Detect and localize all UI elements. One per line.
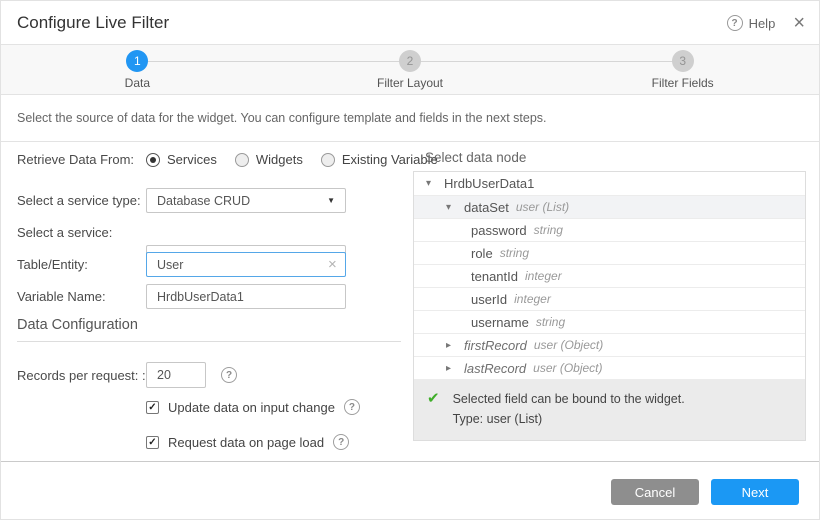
tree-node-type: string	[500, 246, 529, 260]
binding-message-line2: Type: user (List)	[453, 409, 685, 429]
step-number-badge: 1	[126, 50, 148, 72]
tree-node-hrdbuserdata1[interactable]: ▾HrdbUserData1	[414, 172, 805, 195]
checkbox-help-icon[interactable]: ?	[333, 434, 349, 450]
tree-node-username[interactable]: username string	[414, 310, 805, 333]
step-number-badge: 3	[672, 50, 694, 72]
binding-message-line1: Selected field can be bound to the widge…	[453, 389, 685, 409]
retrieve-data-from-radio-group: Services Widgets Existing Variable	[146, 147, 438, 172]
variable-name-input[interactable]	[146, 284, 346, 309]
configure-live-filter-dialog: Configure Live Filter ? Help × 1 Data 2 Fil…	[0, 0, 820, 520]
checkbox-help-icon[interactable]: ?	[344, 399, 360, 415]
step-number-badge: 2	[399, 50, 421, 72]
tree-node-type: integer	[514, 292, 551, 306]
select-data-node-heading: Select data node	[425, 150, 526, 165]
records-per-request-input[interactable]	[146, 362, 206, 388]
radio-label: Services	[167, 152, 217, 167]
service-type-value: Database CRUD	[157, 194, 327, 208]
tree-node-type: integer	[525, 269, 562, 283]
expander-closed-icon[interactable]: ▸	[446, 340, 464, 351]
step-description: Select the source of data for the widget…	[1, 95, 819, 142]
help-icon: ?	[727, 15, 743, 31]
records-help-icon[interactable]: ?	[221, 367, 237, 383]
tree-node-role[interactable]: role string	[414, 241, 805, 264]
tree-node-name: lastRecord	[464, 361, 526, 376]
tree-node-name: username	[471, 315, 529, 330]
tree-node-dataset[interactable]: ▾dataSet user (List)	[414, 195, 805, 218]
radio-icon	[146, 153, 160, 167]
table-entity-input[interactable]	[146, 252, 346, 277]
next-button[interactable]: Next	[711, 479, 799, 505]
tree-node-userid[interactable]: userId integer	[414, 287, 805, 310]
tree-node-name: dataSet	[464, 200, 509, 215]
tree-node-type: user (Object)	[534, 338, 603, 352]
tree-node-name: tenantId	[471, 269, 518, 284]
dialog-header: Configure Live Filter ? Help ×	[1, 1, 819, 45]
radio-option-widgets[interactable]: Widgets	[235, 152, 303, 167]
tree-node-firstrecord[interactable]: ▸firstRecord user (Object)	[414, 333, 805, 356]
step-label: Filter Fields	[652, 76, 714, 90]
service-type-label: Select a service type:	[17, 193, 141, 208]
checkbox-label: Request data on page load	[168, 435, 324, 450]
stepper-step-filter-fields[interactable]: 3 Filter Fields	[546, 45, 819, 94]
tree-node-password[interactable]: password string	[414, 218, 805, 241]
checkbox-label: Update data on input change	[168, 400, 335, 415]
tree-node-type: user (List)	[516, 200, 569, 214]
binding-status-message: ✔ Selected field can be bound to the wid…	[414, 379, 805, 440]
step-label: Filter Layout	[377, 76, 443, 90]
service-label: Select a service:	[17, 225, 112, 240]
radio-label: Existing Variable	[342, 152, 438, 167]
data-configuration-heading: Data Configuration	[17, 317, 138, 333]
clear-input-icon[interactable]: ×	[328, 256, 337, 273]
checkbox-icon: ✓	[146, 401, 159, 414]
radio-icon	[235, 153, 249, 167]
tree-node-type: string	[536, 315, 565, 329]
service-type-select[interactable]: Database CRUD ▼	[146, 188, 346, 213]
checkbox-request-data-on-page-load[interactable]: ✓ Request data on page load?	[146, 434, 360, 450]
tree-node-type: string	[534, 223, 563, 237]
radio-label: Widgets	[256, 152, 303, 167]
tree-node-name: HrdbUserData1	[444, 176, 534, 191]
radio-option-services[interactable]: Services	[146, 152, 217, 167]
caret-down-icon: ▼	[327, 196, 335, 205]
tree-node-name: role	[471, 246, 493, 261]
step-label: Data	[125, 76, 150, 90]
stepper-step-data[interactable]: 1 Data	[1, 45, 274, 94]
wizard-stepper: 1 Data 2 Filter Layout 3 Filter Fields	[1, 45, 819, 95]
checkbox-icon: ✓	[146, 436, 159, 449]
data-node-tree: ▾HrdbUserData1▾dataSetuser (List)passwor…	[413, 171, 806, 441]
retrieve-data-from-label: Retrieve Data From:	[17, 152, 134, 167]
help-button[interactable]: ? Help	[727, 15, 776, 31]
tree-node-name: firstRecord	[464, 338, 527, 353]
success-check-icon: ✔	[427, 389, 440, 429]
expander-closed-icon[interactable]: ▸	[446, 363, 464, 374]
stepper-step-filter-layout[interactable]: 2 Filter Layout	[274, 45, 547, 94]
records-per-request-label: Records per request: :	[17, 368, 146, 383]
tree-node-lastrecord[interactable]: ▸lastRecord user (Object)	[414, 356, 805, 379]
footer-divider	[1, 461, 819, 462]
tree-node-name: password	[471, 223, 527, 238]
expander-open-icon[interactable]: ▾	[426, 178, 444, 189]
variable-name-label: Variable Name:	[17, 289, 106, 304]
tree-node-tenantid[interactable]: tenantId integer	[414, 264, 805, 287]
section-divider	[17, 341, 401, 342]
radio-icon	[321, 153, 335, 167]
close-icon[interactable]: ×	[793, 13, 805, 33]
data-config-checkbox-group: ✓ Update data on input change? ✓ Request da…	[146, 399, 360, 469]
checkbox-update-data-on-input-change[interactable]: ✓ Update data on input change?	[146, 399, 360, 415]
tree-node-type: user (Object)	[533, 361, 602, 375]
tree-node-name: userId	[471, 292, 507, 307]
table-entity-label: Table/Entity:	[17, 257, 88, 272]
page-title: Configure Live Filter	[17, 1, 169, 45]
expander-open-icon[interactable]: ▾	[446, 202, 464, 213]
help-label: Help	[749, 16, 776, 31]
radio-option-existing-variable[interactable]: Existing Variable	[321, 152, 438, 167]
cancel-button[interactable]: Cancel	[611, 479, 699, 505]
